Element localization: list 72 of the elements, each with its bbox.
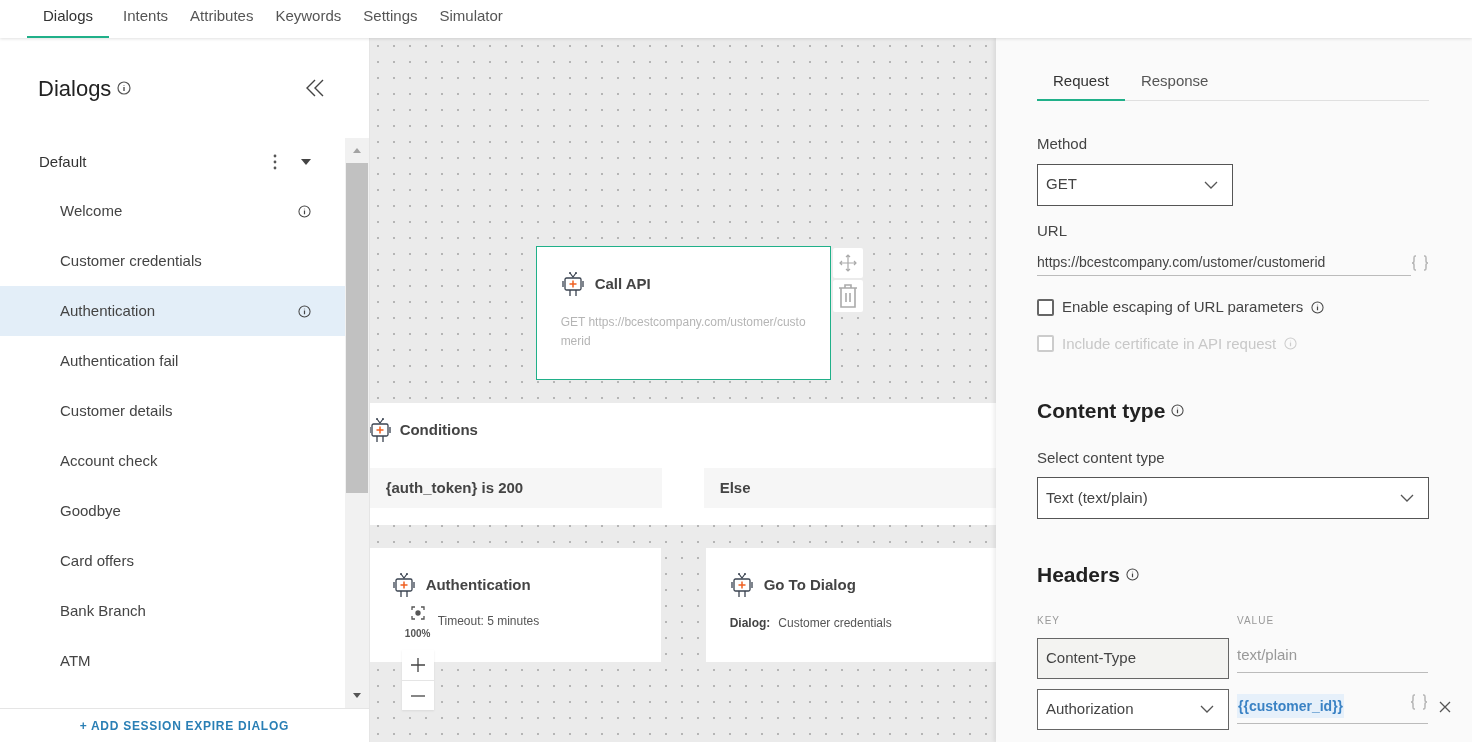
add-session-expire-dialog-button[interactable]: + ADD SESSION EXPIRE DIALOG: [79, 716, 289, 735]
field-label: Select content type: [1037, 447, 1166, 468]
plus-icon: [409, 657, 426, 673]
section-heading: Headers: [1037, 562, 1120, 588]
node-title: Authentication: [425, 574, 531, 595]
group-label: Default: [39, 151, 87, 172]
section-heading: Content type: [1037, 398, 1166, 424]
nav-tab[interactable]: Keywords: [267, 0, 350, 38]
info-icon[interactable]: [117, 81, 132, 95]
content-type-select[interactable]: Text (text/plain): [1037, 477, 1429, 519]
dialog-list-item[interactable]: Welcome: [0, 186, 345, 236]
header-value-field[interactable]: text/plain: [1237, 643, 1428, 673]
go-to-dialog-card[interactable]: Go To Dialog Dialog: Customer credentials: [705, 548, 996, 662]
caret-down-icon[interactable]: [300, 159, 311, 165]
condition-branch[interactable]: Else: [703, 468, 996, 508]
node-description: GET https://bcestcompany.com/ustomer/customerid: [560, 314, 807, 350]
field-label: Dialog:: [729, 615, 771, 632]
dialog-list-item[interactable]: Account check: [0, 436, 345, 486]
checkbox-label: Enable escaping of URL parameters: [1062, 297, 1304, 317]
nav-tab[interactable]: Attributes: [182, 0, 262, 38]
field-value: Customer credentials: [778, 615, 892, 632]
nav-tab[interactable]: Intents: [115, 0, 177, 38]
sidebar-title: Dialogs: [38, 74, 112, 103]
checkbox[interactable]: [1037, 298, 1054, 316]
close-icon[interactable]: [1439, 700, 1451, 713]
info-icon[interactable]: [1125, 568, 1139, 582]
dialog-list-item[interactable]: Authentication fail: [0, 336, 345, 386]
dialog-list-item[interactable]: Customer details: [0, 386, 345, 436]
panel-tab[interactable]: Request: [1037, 63, 1125, 101]
node-description: Timeout: 5 minutes: [437, 613, 541, 630]
info-icon[interactable]: [1171, 404, 1185, 418]
dialog-list-item[interactable]: Card offers: [0, 536, 345, 586]
column-header: KEY: [1037, 613, 1061, 628]
nav-tab[interactable]: Settings: [355, 0, 426, 38]
scrollbar[interactable]: [344, 138, 369, 708]
field-label: Method: [1037, 134, 1089, 154]
scroll-down-icon[interactable]: [351, 692, 362, 700]
condition-branch[interactable]: {auth_token} is 200: [369, 468, 662, 508]
node-title: Conditions: [399, 419, 478, 440]
robot-icon: [391, 572, 416, 598]
more-options-icon[interactable]: [272, 154, 277, 170]
trash-icon: [837, 283, 858, 309]
node-title: Go To Dialog: [763, 574, 856, 595]
node-title: Call API: [594, 273, 651, 294]
url-input[interactable]: https://bcestcompany.com/ustomer/customerid: [1037, 250, 1411, 276]
robot-icon: [560, 271, 585, 297]
dialog-group-header[interactable]: Default: [0, 138, 345, 186]
info-icon[interactable]: [297, 304, 311, 318]
field-label: URL: [1037, 220, 1068, 241]
focus-icon: [410, 606, 425, 620]
collapse-icon[interactable]: [304, 79, 325, 97]
move-arrows-icon: [838, 254, 857, 272]
dialog-list-item[interactable]: Authentication: [0, 286, 345, 336]
minus-icon: [409, 694, 426, 697]
dialog-list-item[interactable]: Bank Branch: [0, 586, 345, 636]
nav-tab[interactable]: Simulator: [431, 0, 511, 38]
variable-tag[interactable]: {{customer_id}}: [1237, 694, 1345, 718]
chevron-down-icon: [1400, 494, 1414, 502]
info-icon[interactable]: [1311, 300, 1325, 314]
dialog-list-item[interactable]: ATM: [0, 636, 345, 686]
chevron-down-icon: [1204, 180, 1218, 189]
call-api-card[interactable]: Call API GET https://bcestcompany.com/ustomer/customerid: [535, 246, 831, 380]
column-header: VALUE: [1237, 613, 1276, 628]
info-icon[interactable]: [297, 204, 311, 218]
header-key-field: Content-Type: [1037, 637, 1229, 679]
method-select[interactable]: GET: [1037, 163, 1233, 206]
robot-icon: [729, 572, 754, 598]
header-key-select[interactable]: Authorization: [1037, 688, 1229, 730]
panel-tab[interactable]: Response: [1124, 63, 1225, 101]
dialog-list-item[interactable]: Customer credentials: [0, 236, 345, 286]
dialog-list-item[interactable]: Goodbye: [0, 486, 345, 536]
chevron-down-icon: [1200, 705, 1214, 713]
